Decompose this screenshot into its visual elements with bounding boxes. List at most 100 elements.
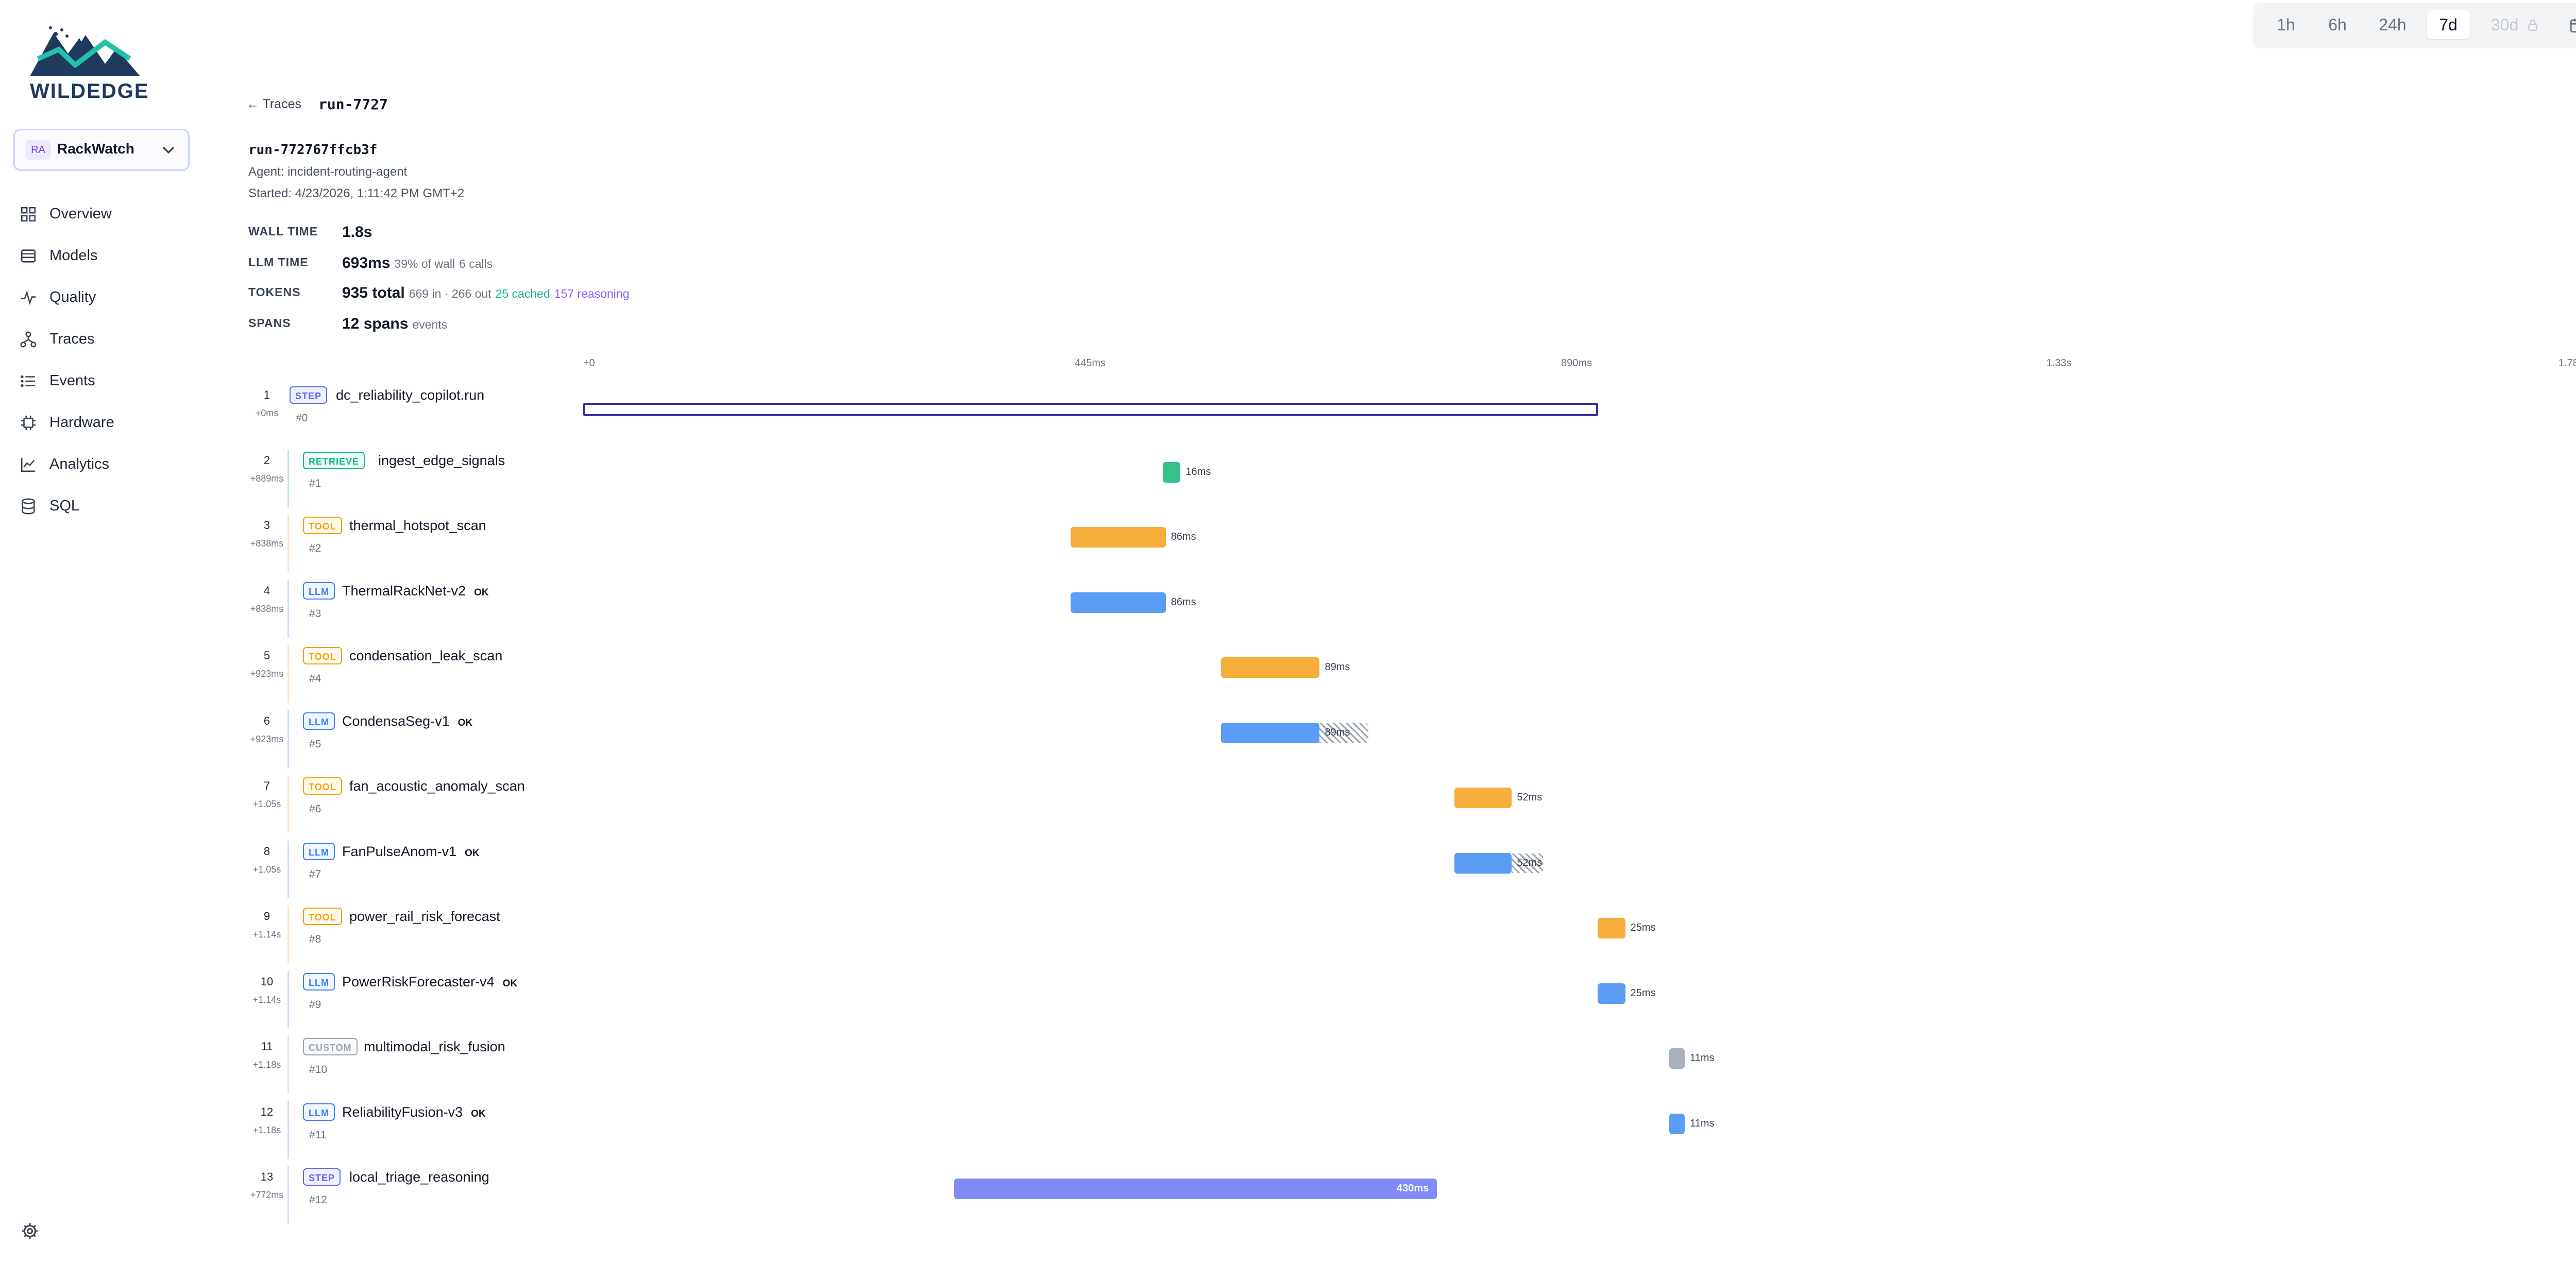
span-row[interactable]: 3 +838ms TOOL thermal_hotspot_scan #2 [242,511,2576,576]
span-name: ThermalRackNet-v2 OK [342,583,489,599]
span-kind-badge: TOOL [303,517,342,534]
span-offset: +889ms [250,473,284,484]
span-bar[interactable] [1070,592,1166,613]
span-bar[interactable] [1597,918,1625,938]
span-number: #2 [309,542,321,554]
span-kind-badge: LLM [303,972,335,991]
calendar-icon[interactable] [2569,16,2576,34]
span-number: #6 [309,803,321,815]
spans-value: 12 spans events [342,315,447,333]
span-kind-badge: LLM [303,582,335,600]
traces-icon [20,331,37,348]
span-depth-line [287,840,289,898]
span-depth-line [287,515,289,572]
span-row[interactable]: 7 +1.05s TOOL fan_acoustic_anomaly_scan #6 [242,772,2576,837]
span-offset: +923ms [250,733,284,744]
tokens-total: 935 total [342,284,405,301]
line-chart-icon [21,458,35,472]
llm-time-value: 693ms 39% of wall 6 calls [342,254,493,272]
span-depth-line [287,775,289,833]
sidebar-item-label: Hardware [49,414,114,431]
span-bar[interactable] [1669,1113,1685,1134]
span-name: power_rail_risk_forecast [349,909,500,925]
span-offset: +772ms [250,1190,284,1200]
list-icon [21,375,35,387]
sidebar-item-hardware[interactable]: Hardware [20,407,184,436]
axis-tick-label: 445ms [1075,357,1106,369]
span-name-text: fan_acoustic_anomaly_scan [349,778,525,794]
span-kind-badge: LLM [303,842,335,860]
arrow-left-icon: ← [246,97,259,111]
settings-gear-icon[interactable] [21,1222,39,1240]
span-number: #4 [309,673,321,685]
sidebar-item-overview[interactable]: Overview [20,198,184,227]
sidebar-item-events[interactable]: Events [20,365,184,394]
span-duration-label: 11ms [1690,1117,1715,1129]
span-bar[interactable] [1163,462,1181,483]
span-kind-badge: TOOL [303,908,342,925]
time-range-24h[interactable]: 24h [2368,10,2417,39]
span-depth-line [287,906,289,963]
span-bar[interactable] [1454,852,1512,874]
span-name: fan_acoustic_anomaly_scan [349,778,525,794]
span-row[interactable]: 10 +1.14s LLM PowerRiskForecaster-v4 OK #9 [242,968,2576,1033]
span-kind-badge: TOOL [303,647,342,664]
span-kind-badge: TOOL [303,777,342,795]
span-row[interactable]: 12 +1.18s LLM ReliabilityFusion-v3 OK #11 [242,1098,2576,1163]
sidebar-item-sql[interactable]: SQL [20,490,184,519]
span-bar[interactable] [954,1179,1437,1199]
span-row[interactable]: 2 +889ms RETRIEVE ingest_edge_signals #1 [242,447,2576,511]
span-row[interactable]: 4 +838ms LLM ThermalRackNet-v2 OK #3 [242,577,2576,642]
span-offset: +1.18s [252,1124,281,1135]
span-status: OK [457,717,473,728]
page-title: run-7727 [318,96,388,113]
mountain-logo-icon [30,26,140,76]
axis-tick-label: +0 [583,357,595,369]
sidebar-item-label: SQL [49,498,80,514]
span-index: 1 [263,388,270,401]
span-row[interactable]: 5 +923ms TOOL condensation_leak_scan #4 [242,642,2576,707]
span-bar[interactable] [1454,788,1512,808]
span-kind-badge: CUSTOM [303,1038,358,1055]
span-name-text: CondensaSeg-v1 [342,713,450,729]
workspace-name: RackWatch [57,141,134,157]
span-number: #12 [309,1194,328,1206]
database-table-icon [21,249,36,263]
span-name: FanPulseAnom-v1 OK [342,844,480,860]
span-name-text: thermal_hotspot_scan [349,518,486,533]
span-bar[interactable] [1669,1048,1685,1069]
sidebar-item-quality[interactable]: Quality [20,282,184,311]
wall-time-number: 1.8s [342,224,372,241]
time-range-1h[interactable]: 1h [2266,10,2306,39]
span-name-text: FanPulseAnom-v1 [342,843,457,859]
span-index: 8 [263,844,270,858]
span-row[interactable]: 9 +1.14s TOOL power_rail_risk_forecast #8 [242,902,2576,967]
span-row[interactable]: 8 +1.05s LLM FanPulseAnom-v1 OK #7 [242,838,2576,902]
span-name: CondensaSeg-v1 OK [342,713,472,729]
sidebar-item-traces[interactable]: Traces [20,323,184,352]
sidebar-item-models[interactable]: Models [20,240,184,269]
sidebar-item-analytics[interactable]: Analytics [20,449,184,477]
span-duration-label: 11ms [1690,1052,1715,1064]
workspace-switcher[interactable]: RA RackWatch [13,129,190,171]
tokens-reasoning: 157 reasoning [554,287,630,300]
span-name-text: dc_reliability_copilot.run [336,387,485,403]
span-row[interactable]: 11 +1.18s CUSTOM multimodal_risk_fusion #10 [242,1033,2576,1098]
tokens-cached: 25 cached [495,287,550,300]
span-bar[interactable] [1070,527,1166,548]
span-kind-badge: LLM [303,1103,335,1121]
time-range-6h[interactable]: 6h [2317,10,2358,39]
back-to-traces-link[interactable]: ← Traces [246,97,301,112]
span-bar[interactable] [1597,983,1625,1004]
span-bar[interactable] [1221,657,1320,678]
logo-text: WILDEDGE [30,80,149,103]
span-bar[interactable] [1221,722,1320,743]
span-row[interactable]: 6 +923ms LLM CondensaSeg-v1 OK #5 [242,707,2576,772]
span-index: 11 [261,1040,273,1053]
span-bar[interactable] [583,403,1598,416]
span-depth-line [287,1166,289,1224]
sidebar-item-label: Quality [49,289,96,305]
span-index: 12 [260,1105,274,1118]
spans-sub: events [412,318,448,331]
time-range-7d[interactable]: 7d [2427,10,2470,39]
